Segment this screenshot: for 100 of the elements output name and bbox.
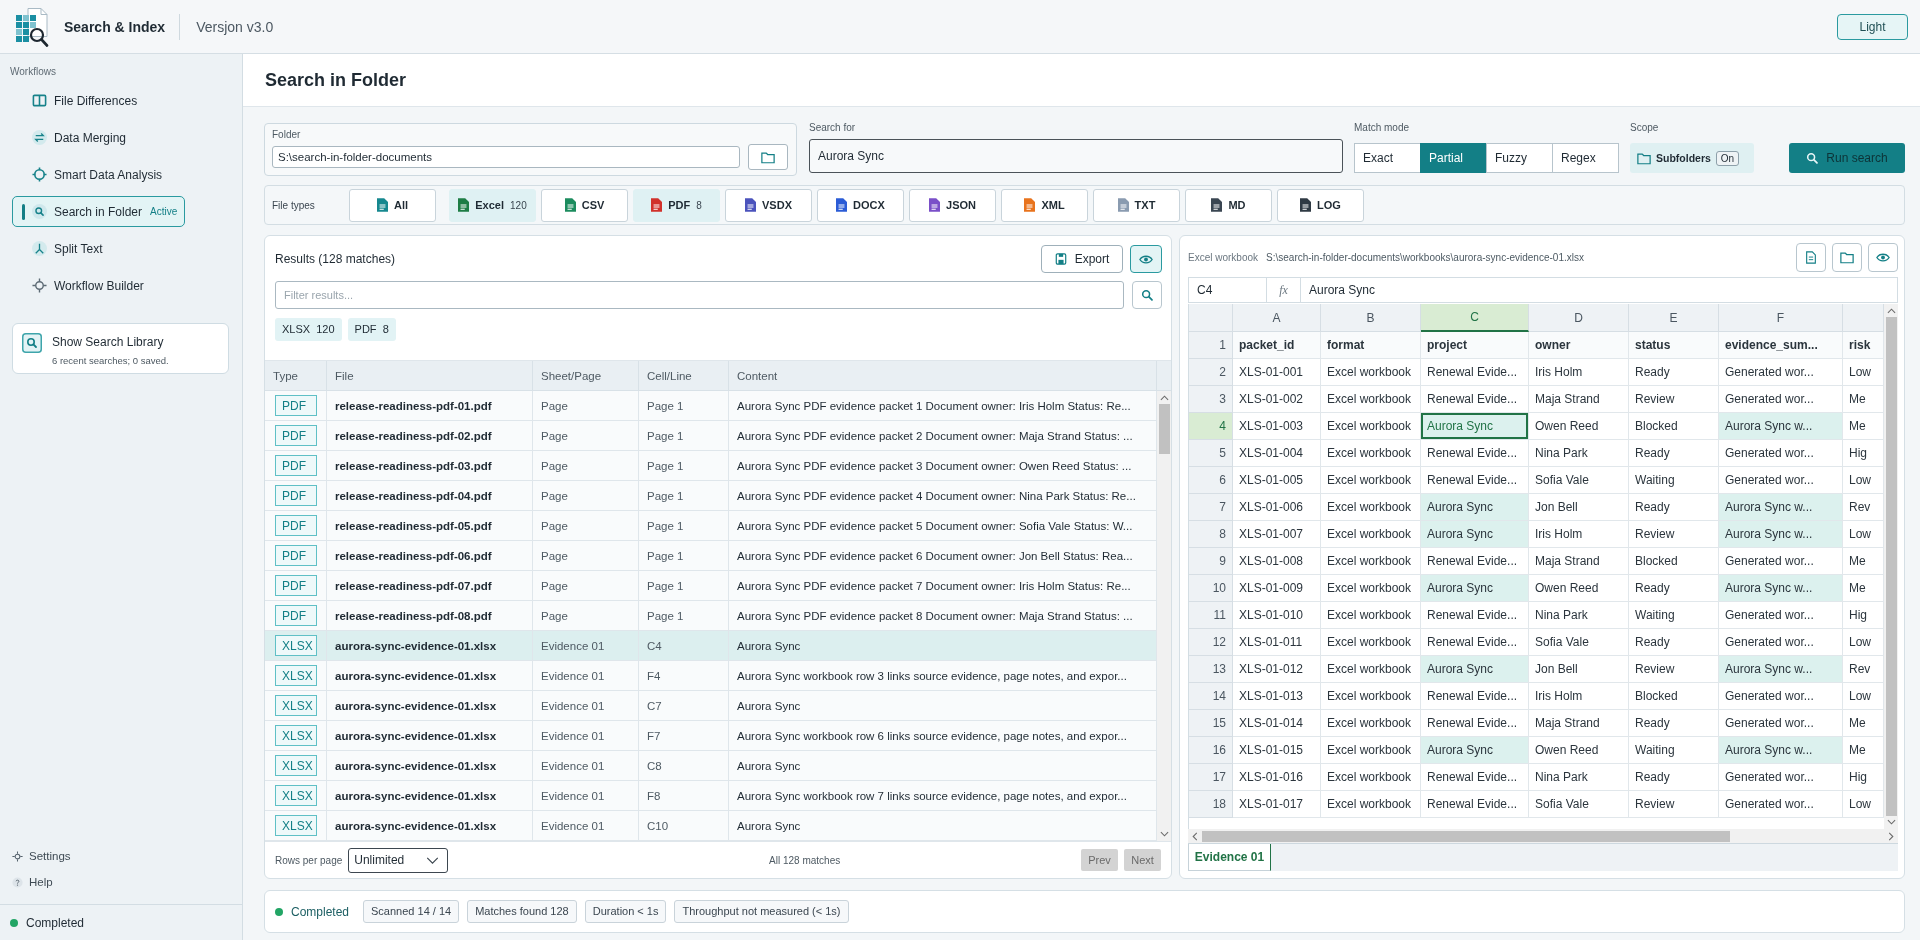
library-card[interactable]: Show Search Library 6 recent searches; 0 saved. xyxy=(12,323,229,374)
result-row[interactable]: PDF release-readiness-pdf-08.pdf Page Page 1 Aurora Sync PDF evidence packet 8 Document owner: Maja Strand Status: ... xyxy=(265,601,1157,631)
sheet-cell: Jon Bell xyxy=(1529,494,1629,521)
horizontal-scrollbar[interactable] xyxy=(1188,829,1898,843)
match-mode-option[interactable]: Partial xyxy=(1420,143,1487,173)
result-row[interactable]: XLSX aurora-sync-evidence-01.xlsx Evidence 01 F7 Aurora Sync workbook row 6 links source evidence, page notes, and expor... xyxy=(265,721,1157,751)
sheet-cell: Ready xyxy=(1629,710,1719,737)
sheet-cell: Excel workbook xyxy=(1321,764,1421,791)
result-row[interactable]: XLSX aurora-sync-evidence-01.xlsx Evidence 01 C8 Aurora Sync xyxy=(265,751,1157,781)
sheet-cell: Generated wor... xyxy=(1719,764,1843,791)
nav-item[interactable]: Search in Folder Active xyxy=(12,196,186,227)
search-field[interactable]: Aurora Sync xyxy=(809,139,1343,173)
sheet-cell: XLS-01-013 xyxy=(1233,683,1321,710)
sheet-cell: Excel workbook xyxy=(1321,521,1421,548)
result-row[interactable]: PDF release-readiness-pdf-01.pdf Page Page 1 Aurora Sync PDF evidence packet 1 Document owner: Iris Holm Status: Re... xyxy=(265,391,1157,421)
preview-button[interactable] xyxy=(1868,243,1898,272)
file-type-filter[interactable]: XML xyxy=(1001,188,1088,222)
nav-item[interactable]: Smart Data Analysis xyxy=(12,159,177,190)
result-row[interactable]: PDF release-readiness-pdf-06.pdf Page Page 1 Aurora Sync PDF evidence packet 6 Document owner: Jon Bell Status: Rea... xyxy=(265,541,1157,571)
nav-item[interactable]: Split Text xyxy=(12,233,177,264)
sheet-cell: Nina Park xyxy=(1529,440,1629,467)
folder-icon xyxy=(761,150,775,164)
fork-icon xyxy=(32,241,47,256)
nav-item[interactable]: Data Merging xyxy=(12,122,177,153)
result-row[interactable]: PDF release-readiness-pdf-07.pdf Page Page 1 Aurora Sync PDF evidence packet 7 Document owner: Iris Holm Status: Re... xyxy=(265,571,1157,601)
folder-icon xyxy=(1840,251,1854,264)
open-folder-button[interactable] xyxy=(1832,243,1862,272)
file-type-filter[interactable]: VSDX xyxy=(725,188,812,222)
help-icon xyxy=(12,876,23,888)
file-name-cell: release-readiness-pdf-07.pdf xyxy=(327,571,533,600)
file-type-filter[interactable]: JSON xyxy=(909,188,996,222)
sheet-cell: Nina Park xyxy=(1529,602,1629,629)
result-row[interactable]: PDF release-readiness-pdf-02.pdf Page Page 1 Aurora Sync PDF evidence packet 2 Document owner: Maja Strand Status: ... xyxy=(265,421,1157,451)
match-mode-option[interactable]: Exact xyxy=(1354,143,1421,173)
file-type-filter[interactable]: Excel 120 xyxy=(449,188,536,222)
sheet-cell: Blocked xyxy=(1629,548,1719,575)
result-row[interactable]: XLSX aurora-sync-evidence-01.xlsx Evidence 01 F8 Aurora Sync workbook row 7 links source evidence, page notes, and expor... xyxy=(265,781,1157,811)
location-cell: Page 1 xyxy=(639,451,729,480)
sheet-cell: Excel workbook xyxy=(1321,467,1421,494)
rows-per-page-label: Rows per page xyxy=(275,854,343,866)
folder-input[interactable]: S:\search-in-folder-documents xyxy=(272,146,740,168)
sheet-cell: XLS-01-002 xyxy=(1233,386,1321,413)
sheet-cell: Low xyxy=(1843,521,1884,548)
scroll-right-icon xyxy=(1888,831,1894,841)
result-row[interactable]: XLSX aurora-sync-evidence-01.xlsx Evidence 01 C7 Aurora Sync xyxy=(265,691,1157,721)
rows-per-page-select[interactable]: Unlimited xyxy=(348,847,449,873)
open-file-button[interactable] xyxy=(1796,243,1826,272)
filter-search-button[interactable] xyxy=(1132,281,1162,309)
sheet-cell: XLS-01-007 xyxy=(1233,521,1321,548)
type-badge: XLSX xyxy=(275,635,317,656)
file-type-filter[interactable]: All xyxy=(349,188,436,222)
app-title: Search & Index xyxy=(64,18,166,35)
result-row[interactable]: PDF release-readiness-pdf-05.pdf Page Page 1 Aurora Sync PDF evidence packet 5 Document owner: Sofia Vale Status: W... xyxy=(265,511,1157,541)
sheet-cell: Iris Holm xyxy=(1529,683,1629,710)
theme-button[interactable]: Light xyxy=(1837,13,1908,40)
result-row[interactable]: XLSX aurora-sync-evidence-01.xlsx Evidence 01 C10 Aurora Sync xyxy=(265,811,1157,841)
vertical-scrollbar[interactable] xyxy=(1157,391,1171,841)
match-mode-option[interactable]: Regex xyxy=(1552,143,1619,173)
file-type-filter[interactable]: DOCX xyxy=(817,188,904,222)
file-type-filter[interactable]: MD xyxy=(1185,188,1272,222)
scroll-left-icon xyxy=(1192,831,1198,841)
sidebar-link[interactable]: Settings xyxy=(0,846,71,866)
select-all-corner[interactable] xyxy=(1189,304,1233,332)
sidebar-link[interactable]: Help xyxy=(0,872,53,892)
match-summary: All 128 matches xyxy=(768,854,842,866)
filter-field[interactable]: Filter results... xyxy=(275,281,1124,309)
result-row[interactable]: XLSX aurora-sync-evidence-01.xlsx Evidence 01 C4 Aurora Sync xyxy=(265,631,1157,661)
row-number: 7 xyxy=(1189,494,1233,521)
sheet-cell: Iris Holm xyxy=(1529,359,1629,386)
scrollbar-thumb[interactable] xyxy=(1202,830,1730,842)
subfolders-toggle[interactable]: On xyxy=(1715,150,1740,166)
search-icon xyxy=(1141,289,1153,301)
scrollbar-thumb[interactable] xyxy=(1885,317,1897,816)
result-row[interactable]: PDF release-readiness-pdf-03.pdf Page Page 1 Aurora Sync PDF evidence packet 3 Document owner: Owen Reed Status: ... xyxy=(265,451,1157,481)
scrollbar-thumb[interactable] xyxy=(1158,404,1170,454)
vertical-scrollbar[interactable] xyxy=(1884,304,1898,829)
location-cell: Page 1 xyxy=(639,541,729,570)
file-type-filter[interactable]: PDF 8 xyxy=(633,188,720,222)
sheet-cell: Renewal Evide... xyxy=(1421,764,1529,791)
file-type-filter[interactable]: TXT xyxy=(1093,188,1180,222)
match-mode-option[interactable]: Fuzzy xyxy=(1486,143,1553,173)
type-badge: XLSX xyxy=(275,665,317,686)
sheet-cell: Evidence 01 xyxy=(533,751,639,780)
result-row[interactable]: XLSX aurora-sync-evidence-01.xlsx Evidence 01 F4 Aurora Sync workbook row 3 links source evidence, page notes, and expor... xyxy=(265,661,1157,691)
column-header: B xyxy=(1321,304,1421,332)
preview-toggle[interactable] xyxy=(1130,245,1162,273)
save-icon xyxy=(1054,253,1067,265)
nav-item[interactable]: File Differences xyxy=(12,85,177,116)
file-type-filter[interactable]: CSV xyxy=(541,188,628,222)
section-label: Workflows xyxy=(9,65,57,79)
file-type-filter[interactable]: LOG xyxy=(1277,188,1364,222)
browse-button[interactable] xyxy=(748,144,788,170)
export-button[interactable]: Export xyxy=(1041,245,1123,273)
file-name-cell: aurora-sync-evidence-01.xlsx xyxy=(327,661,533,690)
nav-item[interactable]: Workflow Builder xyxy=(12,270,177,301)
row-number: 10 xyxy=(1189,575,1233,602)
result-row[interactable]: PDF release-readiness-pdf-04.pdf Page Page 1 Aurora Sync PDF evidence packet 4 Document owner: Nina Park Status: Re... xyxy=(265,481,1157,511)
sheet-cell: Generated wor... xyxy=(1719,467,1843,494)
file-name-cell: aurora-sync-evidence-01.xlsx xyxy=(327,631,533,660)
sheet-tab[interactable]: Evidence 01 xyxy=(1188,844,1271,871)
